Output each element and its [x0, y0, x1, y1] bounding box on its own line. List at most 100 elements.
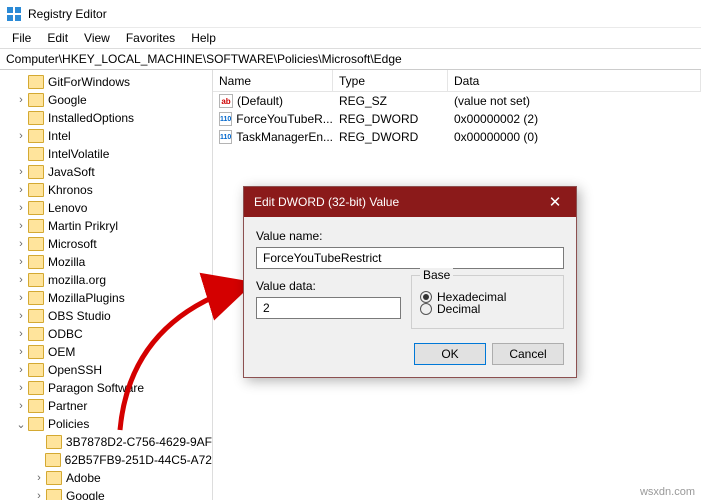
menu-file[interactable]: File: [4, 29, 39, 47]
menubar: File Edit View Favorites Help: [0, 28, 701, 48]
list-header: Name Type Data: [213, 70, 701, 92]
dword-value-icon: 110: [219, 130, 232, 144]
tree-node-label: 3B7878D2-C756-4629-9AF: [66, 435, 212, 449]
tree-node[interactable]: IntelVolatile: [0, 145, 212, 163]
tree-node[interactable]: ›Paragon Software: [0, 379, 212, 397]
tree-node-label: mozilla.org: [48, 273, 106, 287]
menu-view[interactable]: View: [76, 29, 118, 47]
folder-icon: [45, 453, 60, 467]
chevron-right-icon[interactable]: ›: [14, 274, 28, 286]
tree-node[interactable]: ›Google: [0, 487, 212, 500]
tree-node[interactable]: › MozillaPlugins: [0, 289, 212, 307]
folder-icon: [28, 417, 44, 431]
chevron-right-icon[interactable]: ›: [14, 346, 28, 358]
tree-node[interactable]: ›OEM: [0, 343, 212, 361]
tree-node[interactable]: ›OBS Studio: [0, 307, 212, 325]
chevron-right-icon[interactable]: ›: [14, 130, 28, 142]
folder-icon: [28, 165, 44, 179]
list-item[interactable]: 110TaskManagerEn...REG_DWORD0x00000000 (…: [213, 128, 701, 146]
folder-icon: [28, 291, 44, 305]
folder-icon: [28, 327, 44, 341]
tree-node[interactable]: ›Intel: [0, 127, 212, 145]
chevron-right-icon[interactable]: ›: [14, 256, 28, 268]
menu-edit[interactable]: Edit: [39, 29, 76, 47]
dialog-buttons: OK Cancel: [256, 343, 564, 365]
tree-node-label: OpenSSH: [48, 363, 102, 377]
tree-node-label: Microsoft: [48, 237, 97, 251]
tree-node[interactable]: › JavaSoft: [0, 163, 212, 181]
radio-decimal[interactable]: Decimal: [420, 302, 555, 316]
folder-icon: [28, 237, 44, 251]
chevron-right-icon[interactable]: ›: [14, 238, 28, 250]
close-icon: ✕: [549, 193, 562, 211]
tree-node[interactable]: › ODBC: [0, 325, 212, 343]
tree-node[interactable]: › Microsoft: [0, 235, 212, 253]
chevron-right-icon[interactable]: ›: [14, 94, 28, 106]
base-group: Base Hexadecimal Decimal: [411, 275, 564, 329]
dialog-close-button[interactable]: ✕: [534, 187, 576, 217]
list-item[interactable]: ab(Default)REG_SZ(value not set): [213, 92, 701, 110]
tree-node-label: InstalledOptions: [48, 111, 134, 125]
tree-node[interactable]: › Google: [0, 91, 212, 109]
tree-node[interactable]: › OpenSSH: [0, 361, 212, 379]
tree-node[interactable]: › Mozilla: [0, 253, 212, 271]
tree-node[interactable]: 62B57FB9-251D-44C5-A72: [0, 451, 212, 469]
tree-node[interactable]: ⌄Policies: [0, 415, 212, 433]
col-name[interactable]: Name: [213, 70, 333, 91]
tree-node-label: ODBC: [48, 327, 83, 341]
folder-icon: [28, 147, 44, 161]
address-input[interactable]: [0, 49, 701, 69]
chevron-right-icon[interactable]: ›: [14, 166, 28, 178]
chevron-right-icon[interactable]: ›: [14, 310, 28, 322]
dialog-title: Edit DWORD (32-bit) Value: [254, 195, 399, 209]
menu-favorites[interactable]: Favorites: [118, 29, 183, 47]
folder-icon: [28, 75, 44, 89]
radio-icon: [420, 291, 432, 303]
folder-icon: [28, 309, 44, 323]
value-data-input[interactable]: [256, 297, 401, 319]
folder-icon: [28, 219, 44, 233]
folder-icon: [28, 381, 44, 395]
chevron-right-icon[interactable]: ›: [14, 292, 28, 304]
tree-node[interactable]: 3B7878D2-C756-4629-9AF: [0, 433, 212, 451]
tree-node-label: JavaSoft: [48, 165, 95, 179]
tree-node-label: Partner: [48, 399, 87, 413]
tree-node[interactable]: ›Khronos: [0, 181, 212, 199]
value-type: REG_SZ: [333, 94, 448, 108]
menu-help[interactable]: Help: [183, 29, 224, 47]
chevron-down-icon[interactable]: ⌄: [14, 418, 28, 431]
folder-icon: [46, 489, 62, 500]
tree-node[interactable]: InstalledOptions: [0, 109, 212, 127]
tree-node-label: Mozilla: [48, 255, 85, 269]
value-type: REG_DWORD: [333, 130, 448, 144]
value-data-label: Value data:: [256, 279, 401, 293]
cancel-button[interactable]: Cancel: [492, 343, 564, 365]
tree-node[interactable]: › Martin Prikryl: [0, 217, 212, 235]
value-name-input[interactable]: [256, 247, 564, 269]
tree-node-label: MozillaPlugins: [48, 291, 125, 305]
tree-node[interactable]: ›Adobe: [0, 469, 212, 487]
dialog-titlebar[interactable]: Edit DWORD (32-bit) Value ✕: [244, 187, 576, 217]
tree-node-label: Martin Prikryl: [48, 219, 118, 233]
chevron-right-icon[interactable]: ›: [32, 472, 46, 484]
chevron-right-icon[interactable]: ›: [14, 220, 28, 232]
list-item[interactable]: 110ForceYouTubeR...REG_DWORD0x00000002 (…: [213, 110, 701, 128]
tree-node[interactable]: › Partner: [0, 397, 212, 415]
chevron-right-icon[interactable]: ›: [14, 328, 28, 340]
registry-tree[interactable]: GitForWindows›GoogleInstalledOptions›Int…: [0, 70, 213, 500]
tree-node-label: Google: [48, 93, 87, 107]
folder-icon: [28, 183, 44, 197]
chevron-right-icon[interactable]: ›: [14, 400, 28, 412]
tree-node[interactable]: ›Lenovo: [0, 199, 212, 217]
tree-node[interactable]: GitForWindows: [0, 73, 212, 91]
chevron-right-icon[interactable]: ›: [14, 382, 28, 394]
chevron-right-icon[interactable]: ›: [14, 202, 28, 214]
col-type[interactable]: Type: [333, 70, 448, 91]
col-data[interactable]: Data: [448, 70, 701, 91]
chevron-right-icon[interactable]: ›: [14, 364, 28, 376]
tree-node[interactable]: › mozilla.org: [0, 271, 212, 289]
chevron-right-icon[interactable]: ›: [32, 490, 46, 500]
chevron-right-icon[interactable]: ›: [14, 184, 28, 196]
folder-icon: [28, 129, 44, 143]
ok-button[interactable]: OK: [414, 343, 486, 365]
